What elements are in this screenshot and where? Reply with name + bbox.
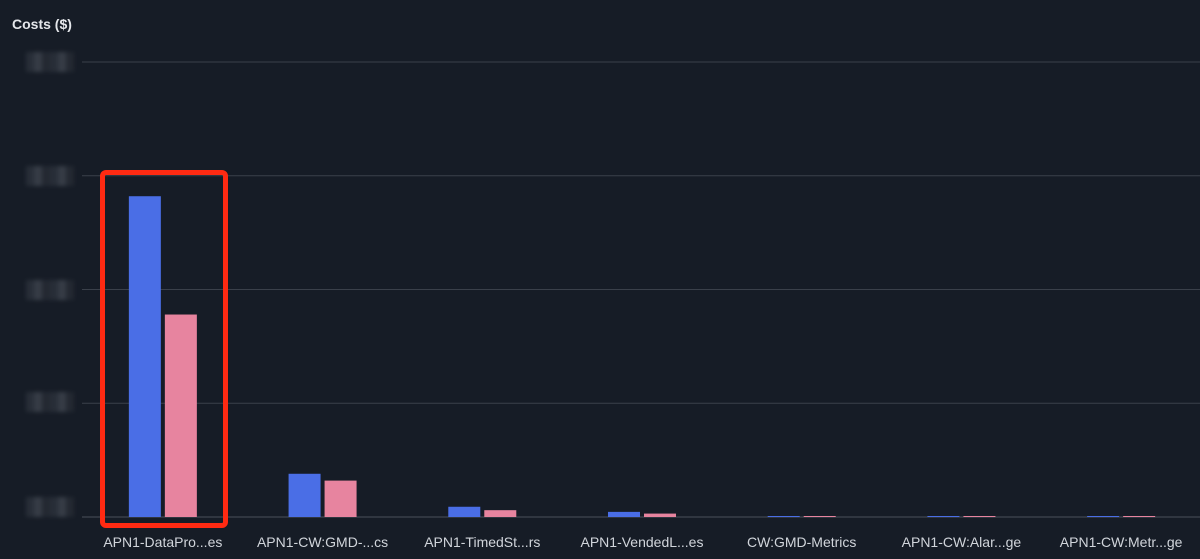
y-tick-label-redacted [26,52,74,72]
x-tick-label: APN1-VendedL...es [581,534,704,550]
bar-series-1[interactable] [1087,516,1120,517]
x-tick-label: APN1-CW:GMD-...cs [257,534,388,550]
x-tick-label: APN1-TimedSt...rs [424,534,540,550]
bar-series-2[interactable] [484,510,517,517]
x-tick-label: CW:GMD-Metrics [747,534,856,550]
highlight-annotation-box [100,170,228,528]
bar-series-2[interactable] [803,516,836,517]
x-tick-label: APN1-CW:Metr...ge [1060,534,1183,550]
y-axis-title: Costs ($) [12,16,72,32]
x-tick-label: APN1-DataPro...es [103,534,222,550]
bar-series-1[interactable] [767,516,800,517]
y-tick-label-redacted [26,497,74,517]
x-tick-label: APN1-CW:Alar...ge [902,534,1022,550]
y-tick-label-redacted [26,392,74,412]
bar-series-2[interactable] [963,516,996,517]
y-tick-label-redacted [26,280,74,300]
chart: Costs ($) APN1-DataPro...es APN1-CW:GMD-.… [0,0,1200,559]
bar-series-2[interactable] [644,513,676,517]
bar-series-1[interactable] [448,506,481,517]
bar-series-1[interactable] [608,511,640,517]
bar-series-1[interactable] [927,516,960,517]
bar-series-2[interactable] [324,480,357,517]
y-tick-label-redacted [26,166,74,186]
bar-series-1[interactable] [288,473,321,517]
bar-series-2[interactable] [1123,516,1156,517]
